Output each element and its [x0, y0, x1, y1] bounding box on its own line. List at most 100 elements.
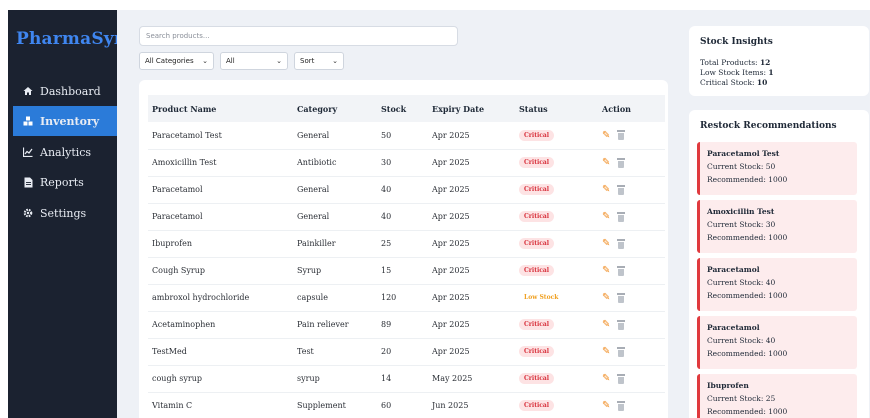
table-row: Paracetamol General 40 Apr 2025 Critical ✎: [148, 176, 665, 204]
critical-stock-stat: Critical Stock: 10: [700, 78, 767, 87]
status-select[interactable]: All ⌄: [220, 52, 288, 70]
trash-icon[interactable]: [617, 238, 626, 249]
row-actions: ✎: [602, 157, 626, 168]
restock-current-stock: Current Stock: 50: [707, 162, 776, 171]
cell-status: Critical: [515, 392, 598, 418]
cell-status: Critical: [515, 203, 598, 231]
cell-expiry: Jun 2025: [428, 392, 515, 418]
cell-name: Cough Syrup: [148, 257, 293, 285]
trash-icon[interactable]: [617, 157, 626, 168]
cell-stock: 40: [377, 176, 428, 204]
trash-icon[interactable]: [617, 184, 626, 195]
nav-label: Dashboard: [40, 84, 101, 98]
chevron-down-icon: ⌄: [202, 57, 208, 65]
cell-expiry: Apr 2025: [428, 311, 515, 339]
cell-stock: 25: [377, 230, 428, 258]
stat-label: Total Products:: [700, 58, 758, 67]
inventory-table-card: Product Name Category Stock Expiry Date …: [139, 80, 668, 418]
cell-stock: 14: [377, 365, 428, 393]
restock-product-name: Paracetamol: [707, 265, 760, 274]
cell-expiry: Apr 2025: [428, 338, 515, 366]
cell-name: Amoxicillin Test: [148, 149, 293, 177]
cell-category: Painkiller: [293, 230, 377, 258]
nav-item-inventory[interactable]: Inventory: [13, 106, 117, 136]
cell-stock: 15: [377, 257, 428, 285]
table-row: Ibuprofen Painkiller 25 Apr 2025 Critical ✎: [148, 230, 665, 258]
sort-select[interactable]: Sort ⌄: [294, 52, 344, 70]
category-select[interactable]: All Categories ⌄: [139, 52, 214, 70]
cell-status: Critical: [515, 122, 598, 150]
chevron-down-icon: ⌄: [332, 57, 338, 65]
app-window: PharmaSync Dashboard Inventory Analytics…: [8, 10, 870, 418]
cell-expiry: Apr 2025: [428, 149, 515, 177]
restock-card: Paracetamol Current Stock: 40 Recommended:…: [697, 316, 857, 369]
cell-action: ✎: [598, 203, 665, 231]
restock-product-name: Ibuprofen: [707, 381, 749, 390]
row-actions: ✎: [602, 184, 626, 195]
edit-icon[interactable]: ✎: [602, 130, 610, 141]
trash-icon[interactable]: [617, 211, 626, 222]
cell-status: Critical: [515, 230, 598, 258]
trash-icon[interactable]: [617, 319, 626, 330]
cell-action: ✎: [598, 230, 665, 258]
nav-item-reports[interactable]: Reports: [13, 167, 117, 197]
table-header-row: Product Name Category Stock Expiry Date …: [148, 95, 665, 122]
stat-value: 12: [759, 58, 771, 67]
column-header[interactable]: Stock: [377, 95, 428, 122]
row-actions: ✎: [602, 373, 626, 384]
nav-item-dashboard[interactable]: Dashboard: [13, 76, 117, 106]
cell-status: Critical: [515, 311, 598, 339]
cell-category: General: [293, 122, 377, 150]
inventory-table: Product Name Category Stock Expiry Date …: [148, 95, 665, 418]
restock-current-stock: Current Stock: 40: [707, 336, 776, 345]
edit-icon[interactable]: ✎: [602, 211, 610, 222]
nav-item-analytics[interactable]: Analytics: [13, 137, 117, 167]
edit-icon[interactable]: ✎: [602, 238, 610, 249]
trash-icon[interactable]: [617, 346, 626, 357]
sidebar: PharmaSync Dashboard Inventory Analytics…: [8, 10, 117, 418]
column-header[interactable]: Category: [293, 95, 377, 122]
table-row: Acetaminophen Pain reliever 89 Apr 2025 Crit…: [148, 311, 665, 339]
cell-name: Paracetamol Test: [148, 122, 293, 150]
chevron-down-icon: ⌄: [276, 57, 282, 65]
search-input[interactable]: [139, 26, 458, 46]
status-badge: Critical: [519, 157, 555, 168]
trash-icon[interactable]: [617, 373, 626, 384]
edit-icon[interactable]: ✎: [602, 346, 610, 357]
status-badge: Critical: [519, 129, 555, 141]
restock-recommended: Recommended: 1000: [707, 407, 788, 416]
cell-name: Paracetamol: [148, 203, 293, 231]
cell-expiry: Apr 2025: [428, 230, 515, 258]
edit-icon[interactable]: ✎: [602, 400, 610, 411]
cell-action: ✎: [598, 392, 665, 418]
cell-action: ✎: [598, 365, 665, 393]
cell-category: syrup: [293, 365, 377, 393]
edit-icon[interactable]: ✎: [602, 292, 610, 303]
restock-current-stock: Current Stock: 30: [707, 220, 776, 229]
restock-product-name: Paracetamol Test: [707, 149, 780, 158]
home-icon: [21, 86, 35, 96]
restock-product-name: Paracetamol: [707, 323, 760, 332]
column-header[interactable]: Product Name: [148, 95, 293, 122]
column-header[interactable]: Status: [515, 95, 598, 122]
trash-icon[interactable]: [617, 130, 626, 141]
trash-icon[interactable]: [617, 400, 626, 411]
cell-status: Critical: [515, 338, 598, 366]
cell-name: Acetaminophen: [148, 311, 293, 339]
nav-item-settings[interactable]: Settings: [13, 198, 117, 228]
row-actions: ✎: [602, 346, 626, 357]
cell-category: General: [293, 203, 377, 231]
restock-current-stock: Current Stock: 25: [707, 394, 776, 403]
cell-expiry: Apr 2025: [428, 284, 515, 312]
cell-stock: 20: [377, 338, 428, 366]
restock-card: Ibuprofen Current Stock: 25 Recommended: 1…: [697, 374, 857, 418]
trash-icon[interactable]: [617, 265, 626, 276]
row-actions: ✎: [602, 238, 626, 249]
column-header[interactable]: Expiry Date: [428, 95, 515, 122]
trash-icon[interactable]: [617, 292, 626, 303]
edit-icon[interactable]: ✎: [602, 319, 610, 330]
edit-icon[interactable]: ✎: [602, 157, 610, 168]
edit-icon[interactable]: ✎: [602, 265, 610, 276]
edit-icon[interactable]: ✎: [602, 184, 610, 195]
edit-icon[interactable]: ✎: [602, 373, 610, 384]
